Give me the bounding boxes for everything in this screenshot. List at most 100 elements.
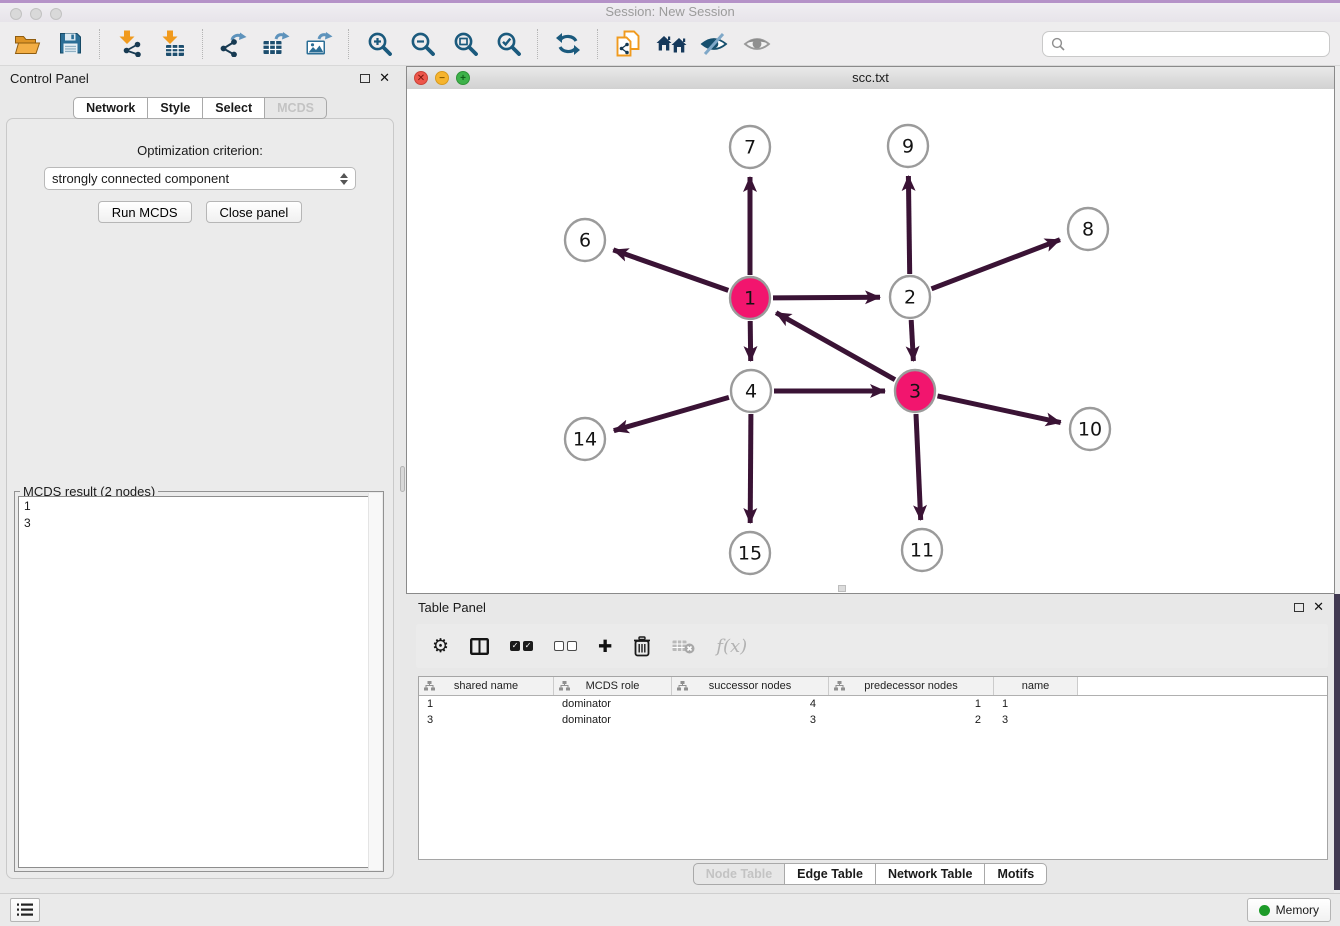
graph-edge-1-6[interactable] — [613, 250, 728, 291]
export-network-icon — [219, 31, 247, 57]
column-header-predecessor-nodes[interactable]: predecessor nodes — [829, 677, 994, 695]
graph-node-7[interactable]: 7 — [730, 126, 770, 168]
table-cell[interactable]: 1 — [419, 698, 554, 710]
zoom-in-icon — [367, 31, 392, 56]
zoom-in-button[interactable] — [362, 27, 396, 61]
network-window-titlebar[interactable]: ✕ − + scc.txt — [407, 67, 1334, 90]
zoom-window-icon[interactable] — [50, 8, 62, 20]
column-header-shared-name[interactable]: shared name — [419, 677, 554, 695]
table-settings-gear-icon[interactable]: ⚙ — [432, 637, 449, 656]
table-cell[interactable]: 2 — [829, 714, 994, 726]
graph-node-10[interactable]: 10 — [1070, 408, 1110, 450]
table-cell[interactable]: dominator — [554, 698, 672, 710]
column-header-successor-nodes[interactable]: successor nodes — [672, 677, 829, 695]
horizontal-splitter-grip[interactable] — [838, 585, 846, 592]
graph-edge-4-14[interactable] — [614, 397, 729, 430]
tab-select[interactable]: Select — [203, 97, 265, 119]
table-row[interactable]: 3dominator323 — [419, 712, 1327, 728]
window-controls — [10, 8, 62, 20]
select-all-icon[interactable]: ✓✓ — [510, 641, 533, 651]
tab-edge-table[interactable]: Edge Table — [785, 863, 876, 885]
add-column-icon[interactable]: ✚ — [598, 638, 612, 655]
network-canvas[interactable]: 1 2 3 4 6 7 8 9 10 11 14 15 — [407, 89, 1334, 593]
hide-selected-button[interactable] — [697, 27, 731, 61]
graph-edge-4-15[interactable] — [750, 414, 751, 523]
refresh-layout-button[interactable] — [551, 27, 585, 61]
optimization-criterion-select[interactable]: strongly connected component — [44, 167, 356, 190]
graph-edge-1-4[interactable] — [750, 321, 751, 361]
duplicate-network-button[interactable] — [611, 27, 645, 61]
graph-node-9[interactable]: 9 — [888, 125, 928, 167]
graph-node-4[interactable]: 4 — [731, 370, 771, 412]
zoom-selected-button[interactable] — [491, 27, 525, 61]
memory-label: Memory — [1276, 903, 1319, 917]
table-cell[interactable]: 4 — [672, 698, 829, 710]
memory-button[interactable]: Memory — [1247, 898, 1331, 922]
import-network-button[interactable] — [113, 27, 147, 61]
tab-network-table[interactable]: Network Table — [876, 863, 986, 885]
graph-edge-3-11[interactable] — [916, 414, 921, 520]
result-scrollbar[interactable] — [368, 493, 382, 870]
graph-edge-3-1[interactable] — [776, 313, 895, 380]
graph-node-15[interactable]: 15 — [730, 532, 770, 574]
table-cell[interactable]: dominator — [554, 714, 672, 726]
graph-edge-3-10[interactable] — [938, 396, 1061, 423]
table-cell[interactable]: 3 — [672, 714, 829, 726]
maximize-network-icon[interactable]: + — [456, 71, 470, 85]
import-table-button[interactable] — [156, 27, 190, 61]
tab-mcds[interactable]: MCDS — [265, 97, 327, 119]
graph-edge-2-9[interactable] — [908, 176, 909, 274]
splitter-grip[interactable] — [400, 466, 405, 492]
show-all-button[interactable] — [740, 27, 774, 61]
graph-node-2[interactable]: 2 — [890, 276, 930, 318]
first-neighbors-button[interactable] — [654, 27, 688, 61]
table-cell[interactable]: 3 — [994, 714, 1078, 726]
network-window-title: scc.txt — [407, 67, 1334, 88]
save-session-button[interactable] — [53, 27, 87, 61]
export-network-button[interactable] — [216, 27, 250, 61]
graph-node-11[interactable]: 11 — [902, 529, 942, 571]
tab-style[interactable]: Style — [148, 97, 203, 119]
graph-edge-2-8[interactable] — [932, 240, 1061, 289]
graph-node-1[interactable]: 1 — [730, 277, 770, 319]
deselect-all-icon[interactable] — [554, 641, 577, 651]
close-panel-icon[interactable]: ✕ — [379, 72, 390, 84]
control-panel: Control Panel ✕ NetworkStyleSelectMCDS O… — [0, 66, 400, 893]
minimize-network-icon[interactable]: − — [435, 71, 449, 85]
tab-motifs[interactable]: Motifs — [985, 863, 1047, 885]
graph-node-8[interactable]: 8 — [1068, 208, 1108, 250]
graph-node-14[interactable]: 14 — [565, 418, 605, 460]
zoom-out-button[interactable] — [405, 27, 439, 61]
task-history-button[interactable] — [10, 898, 40, 922]
column-header-MCDS-role[interactable]: MCDS role — [554, 677, 672, 695]
graph-edge-2-3[interactable] — [911, 320, 913, 361]
graph-edge-1-2[interactable] — [773, 297, 880, 298]
close-panel-button[interactable]: Close panel — [206, 201, 303, 223]
float-table-panel-icon[interactable] — [1294, 603, 1304, 612]
svg-text:7: 7 — [744, 137, 756, 159]
minimize-window-icon[interactable] — [30, 8, 42, 20]
table-row[interactable]: 1dominator411 — [419, 696, 1327, 712]
close-network-icon[interactable]: ✕ — [414, 71, 428, 85]
graph-node-6[interactable]: 6 — [565, 219, 605, 261]
open-session-button[interactable] — [10, 27, 44, 61]
delete-column-trash-icon[interactable] — [633, 636, 651, 657]
export-table-button[interactable] — [259, 27, 293, 61]
tab-network[interactable]: Network — [73, 97, 148, 119]
tab-node-table[interactable]: Node Table — [693, 863, 785, 885]
zoom-fit-button[interactable] — [448, 27, 482, 61]
table-cell[interactable]: 1 — [994, 698, 1078, 710]
float-panel-icon[interactable] — [360, 74, 370, 83]
close-table-panel-icon[interactable]: ✕ — [1313, 601, 1324, 613]
graph-node-3[interactable]: 3 — [895, 370, 935, 412]
search-input[interactable] — [1071, 35, 1321, 52]
column-header-name[interactable]: name — [994, 677, 1078, 695]
table-cell[interactable]: 3 — [419, 714, 554, 726]
select-value: strongly connected component — [52, 171, 340, 186]
export-image-button[interactable] — [302, 27, 336, 61]
table-cell[interactable]: 1 — [829, 698, 994, 710]
split-view-icon[interactable] — [470, 638, 489, 655]
close-window-icon[interactable] — [10, 8, 22, 20]
app-titlebar: Session: New Session — [0, 0, 1340, 22]
run-mcds-button[interactable]: Run MCDS — [98, 201, 192, 223]
